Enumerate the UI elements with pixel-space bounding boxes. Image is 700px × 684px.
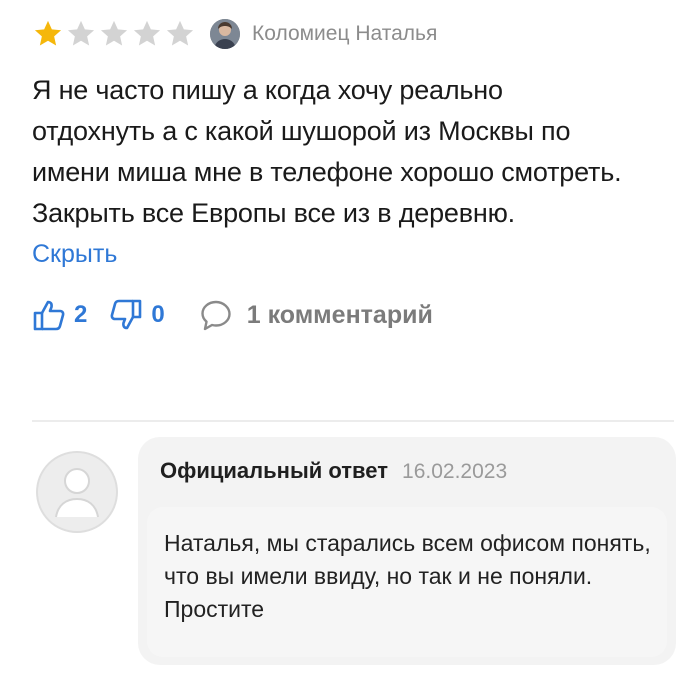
section-divider	[32, 420, 674, 422]
dislike-count: 0	[151, 301, 165, 328]
default-user-icon	[36, 451, 118, 533]
reply-title: Официальный ответ	[160, 458, 389, 483]
like-button[interactable]: 2	[32, 298, 109, 332]
star-filled-icon	[34, 20, 62, 46]
hide-link[interactable]: Скрыть	[32, 240, 117, 269]
author-avatar[interactable]	[210, 19, 240, 49]
reply-body: Наталья, мы старались всем офисом понять…	[147, 507, 667, 657]
reply-header: Официальный ответ 16.02.2023	[160, 458, 507, 484]
reply-text: Наталья, мы старались всем офисом понять…	[164, 530, 651, 622]
like-count: 2	[74, 301, 88, 328]
comment-bubble-icon	[201, 300, 231, 331]
thumbs-down-icon	[110, 299, 142, 330]
reply-date: 16.02.2023	[402, 460, 508, 483]
rating-stars	[32, 18, 196, 50]
author-name[interactable]: Коломиец Наталья	[252, 22, 437, 46]
reply-card: Официальный ответ 16.02.2023 Наталья, мы…	[138, 437, 676, 665]
star-empty-icon	[100, 20, 128, 46]
comments-button[interactable]: 1 комментарий	[199, 298, 433, 332]
review-text: Я не часто пишу а когда хочу реально отд…	[32, 75, 622, 228]
review-author[interactable]: Коломиец Наталья	[210, 19, 437, 49]
dislike-button[interactable]: 0	[109, 298, 198, 332]
review-header: Коломиец Наталья	[32, 14, 672, 54]
star-empty-icon	[67, 20, 95, 46]
comments-count-label[interactable]: 1 комментарий	[247, 301, 433, 330]
company-avatar	[36, 451, 118, 533]
star-empty-icon	[133, 20, 161, 46]
user-photo-icon	[210, 19, 240, 49]
star-empty-icon	[166, 20, 194, 46]
thumbs-up-icon	[33, 300, 65, 331]
review-actions: 2 0 1 комментарий	[32, 295, 672, 335]
review-card: Коломиец Наталья Я не часто пишу а когда…	[32, 14, 672, 335]
